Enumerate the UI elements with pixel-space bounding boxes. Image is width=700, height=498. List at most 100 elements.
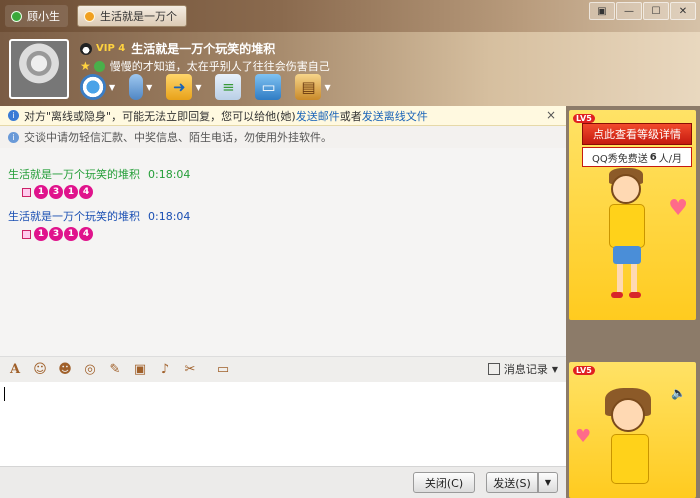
qq-show-card-2[interactable]: LV5 🔈 ♥ xyxy=(569,362,696,498)
digit-emoji: 3 xyxy=(49,227,63,241)
voice-call-icon xyxy=(129,74,144,100)
shoe-shape xyxy=(611,292,623,298)
shorts-shape xyxy=(613,246,641,264)
image-placeholder-icon xyxy=(22,187,31,197)
tab-contact-2[interactable]: 生活就是一万个 xyxy=(77,5,187,27)
video-call-icon xyxy=(80,74,106,100)
input-toolbar: A ☺ ☻ ◎ ✎ ▣ ♪ ✂ ▭ 消息记录 ▼ xyxy=(0,356,566,382)
close-notice-icon[interactable]: × xyxy=(546,108,556,122)
away-status-icon xyxy=(84,10,95,22)
speaker-icon[interactable]: 🔈 xyxy=(671,386,686,400)
info-icon: i xyxy=(8,131,19,143)
message-header: 生活就是一万个玩笑的堆积 0:18:04 xyxy=(8,208,190,224)
chevron-down-icon[interactable]: ▼ xyxy=(146,83,152,92)
level-badge: LV5 xyxy=(573,114,595,123)
heart-icon: ♥ xyxy=(575,426,592,447)
contact-name[interactable]: 生活就是一万个玩笑的堆积 xyxy=(131,40,275,57)
history-icon xyxy=(487,363,500,375)
magic-face-icon[interactable]: ☻ xyxy=(56,361,74,379)
vip-badge[interactable]: VIP 4 xyxy=(96,43,125,54)
qq-show-panel: LV5 点此查看等级详情 QQ秀免费送 6 人/月 ♥ LV5 🔈 ♥ xyxy=(566,106,700,498)
history-label: 消息记录 xyxy=(503,363,548,376)
message-input[interactable] xyxy=(0,382,566,466)
send-options-button[interactable]: ▼ xyxy=(538,472,558,493)
message-history-button[interactable]: 消息记录 ▼ xyxy=(487,361,558,377)
text-caret xyxy=(4,387,5,401)
send-offline-file-link[interactable]: 发送离线文件 xyxy=(362,108,428,124)
head-shape xyxy=(611,398,645,432)
shirt-shape xyxy=(609,204,645,248)
message-sender: 生活就是一万个玩笑的堆积 xyxy=(8,210,140,223)
level-badge: LV5 xyxy=(573,366,595,375)
maximize-button[interactable]: ☐ xyxy=(643,2,669,20)
music-icon[interactable]: ♪ xyxy=(156,361,174,379)
star-icon: ★ xyxy=(80,59,91,73)
message-content: 1 3 1 4 xyxy=(22,227,94,241)
chevron-down-icon: ▼ xyxy=(551,364,558,374)
edit-icon[interactable]: ✎ xyxy=(106,361,124,379)
tab-label: 顾小生 xyxy=(27,10,60,23)
close-window-button[interactable]: ✕ xyxy=(670,2,696,20)
message-content: 1 3 1 4 xyxy=(22,185,94,199)
tab-contact-1[interactable]: 顾小生 xyxy=(5,5,68,27)
head-shape xyxy=(611,174,641,204)
image-icon[interactable]: ▣ xyxy=(131,361,149,379)
digit-emoji: 3 xyxy=(49,185,63,199)
apps-button[interactable]: ▤ ▼ xyxy=(295,74,331,100)
security-notice: i 交谈中请勿轻信汇款、中奖信息、陌生电话，勿使用外挂软件。 xyxy=(0,126,566,148)
sms-button[interactable]: ≡ xyxy=(215,74,242,100)
leg-shape xyxy=(617,264,623,292)
restore-button[interactable]: ▣ xyxy=(589,2,615,20)
free-show-banner[interactable]: QQ秀免费送 6 人/月 xyxy=(582,147,692,167)
contact-title: VIP 4 生活就是一万个玩笑的堆积 xyxy=(80,40,275,57)
free-count: 6 xyxy=(649,151,657,163)
message-header: 生活就是一万个玩笑的堆积 0:18:04 xyxy=(8,166,190,182)
send-button[interactable]: 发送(S) xyxy=(486,472,538,493)
title-bar: 顾小生 生活就是一万个 ▣ — ☐ ✕ xyxy=(0,0,700,32)
minimize-button[interactable]: — xyxy=(616,2,642,20)
qzone-icon[interactable] xyxy=(93,60,105,72)
chevron-down-icon[interactable]: ▼ xyxy=(109,83,115,92)
message-sender: 生活就是一万个玩笑的堆积 xyxy=(8,168,140,181)
bottom-bar: 关闭(C) 发送(S) ▼ xyxy=(0,466,566,498)
digit-emoji: 1 xyxy=(34,185,48,199)
remote-desktop-icon: ▭ xyxy=(255,74,282,100)
leg-shape xyxy=(631,264,637,292)
emoji-icon[interactable]: ☺ xyxy=(31,361,49,379)
contact-signature: 慢慢的才知道，太在乎别人了往往会伤害自己 xyxy=(109,60,330,73)
file-transfer-icon: ➜ xyxy=(166,74,193,100)
offline-notice: i 对方"离线或隐身"，可能无法立即回复，您可以给他(她) 发送邮件 或者 发送… xyxy=(0,106,566,126)
chat-header: VIP 4 生活就是一万个玩笑的堆积 ★ 慢慢的才知道，太在乎别人了往往会伤害自… xyxy=(0,32,700,106)
free-prefix: QQ秀免费送 xyxy=(591,153,648,165)
message-time: 0:18:04 xyxy=(148,168,191,181)
upgrade-details-button[interactable]: 点此查看等级详情 xyxy=(582,123,692,145)
shirt-shape xyxy=(611,434,649,484)
info-icon: i xyxy=(8,110,19,121)
close-button[interactable]: 关闭(C) xyxy=(413,472,475,493)
chat-toolbar: ▼ ▼ ➜ ▼ ≡ ▭ ▤ ▼ xyxy=(80,74,345,100)
qq-penguin-icon xyxy=(80,42,92,55)
digit-emoji: 4 xyxy=(79,185,93,199)
online-status-icon xyxy=(11,10,22,22)
digit-emoji: 4 xyxy=(79,227,93,241)
video-call-button[interactable]: ▼ xyxy=(80,74,115,100)
file-transfer-button[interactable]: ➜ ▼ xyxy=(166,74,201,100)
chevron-down-icon[interactable]: ▼ xyxy=(195,83,201,92)
heart-icon: ♥ xyxy=(668,196,688,221)
remote-desktop-button[interactable]: ▭ xyxy=(255,74,282,100)
voice-call-button[interactable]: ▼ xyxy=(129,74,152,100)
screenshot-icon[interactable]: ✂ xyxy=(181,361,199,379)
avatar[interactable] xyxy=(9,39,69,99)
shoe-shape xyxy=(629,292,641,298)
qq-show-card[interactable]: LV5 点此查看等级详情 QQ秀免费送 6 人/月 ♥ xyxy=(569,110,696,320)
window-controls: ▣ — ☐ ✕ xyxy=(588,2,696,20)
send-email-link[interactable]: 发送邮件 xyxy=(296,108,340,124)
free-suffix: 人/月 xyxy=(658,153,683,165)
message-area[interactable]: 生活就是一万个玩笑的堆积 0:18:04 1 3 1 4 生活就是一万个玩笑的堆积… xyxy=(0,148,566,356)
chevron-down-icon[interactable]: ▼ xyxy=(324,83,330,92)
tab-label: 生活就是一万个 xyxy=(100,10,177,23)
wallet-icon[interactable]: ▭ xyxy=(214,361,232,379)
digit-emoji: 1 xyxy=(64,185,78,199)
shake-icon[interactable]: ◎ xyxy=(81,361,99,379)
font-icon[interactable]: A xyxy=(6,361,24,379)
